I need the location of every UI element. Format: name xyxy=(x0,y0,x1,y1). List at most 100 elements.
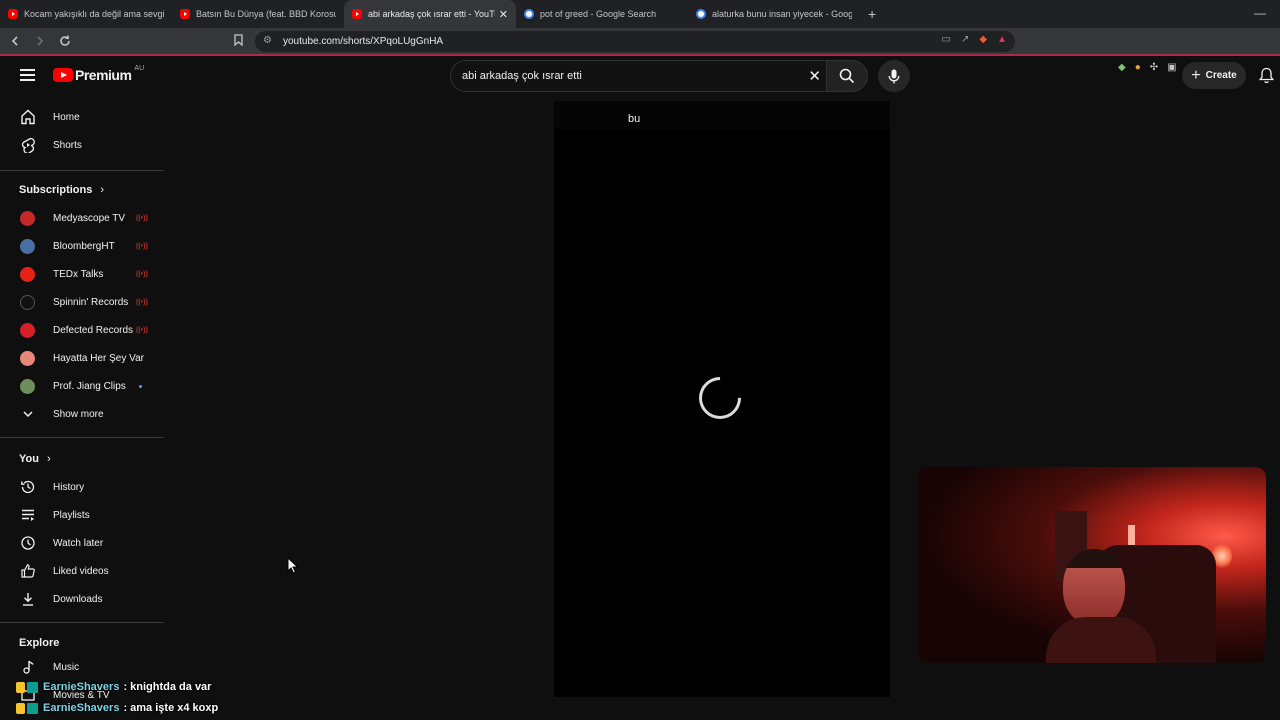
sidebar-item-history[interactable]: History xyxy=(12,473,164,501)
search-value: abi arkadaş çok ısrar etti xyxy=(462,70,582,82)
sidebar-divider xyxy=(0,622,164,623)
webcam-person-body xyxy=(1046,617,1156,663)
shorts-icon xyxy=(18,135,38,155)
channel-name: Defected Records xyxy=(53,324,134,336)
live-icon: ((•)) xyxy=(136,298,148,306)
url-field[interactable]: ⚙ youtube.com/shorts/XPqoLUgGnHA ▭ ↗ ◆ ▲ xyxy=(255,31,1015,52)
url-actions: ▭ ↗ ◆ ▲ xyxy=(942,34,1007,45)
address-bar-row: ⚙ youtube.com/shorts/XPqoLUgGnHA ▭ ↗ ◆ ▲… xyxy=(0,28,1280,73)
channel-name: BloombergHT xyxy=(53,240,115,252)
download-icon xyxy=(18,589,38,609)
sub-badge-icon xyxy=(16,702,25,714)
music-icon xyxy=(18,657,38,677)
tab-title: abi arkadaş çok ısrar etti - YouTube xyxy=(368,9,495,19)
sidebar-item-home[interactable]: Home xyxy=(12,103,164,131)
tab-title: Kocam yakışıklı da değil ama sevgilim xyxy=(24,9,164,19)
share-icon[interactable]: ↗ xyxy=(961,34,969,45)
clear-search-icon[interactable]: ✕ xyxy=(808,67,821,85)
create-label: Create xyxy=(1205,70,1237,81)
back-icon[interactable] xyxy=(4,31,25,52)
chat-badge-icon xyxy=(27,681,38,693)
sidebar-item-subscription[interactable]: Prof. Jiang Clips xyxy=(12,372,164,400)
channel-avatar xyxy=(20,266,35,282)
sidebar-item-subscription[interactable]: BloombergHT ((•)) xyxy=(12,232,164,260)
search-icon xyxy=(839,68,855,84)
bookmark-icon[interactable] xyxy=(234,34,243,49)
channel-name: Medyascope TV xyxy=(53,212,126,224)
youtube-icon xyxy=(8,9,18,19)
create-button[interactable]: + Create xyxy=(1182,62,1246,89)
cast-icon[interactable]: ▭ xyxy=(942,34,951,45)
browser-tab[interactable]: Kocam yakışıklı da değil ama sevgilim xyxy=(0,0,172,28)
subscriptions-heading[interactable]: Subscriptions › xyxy=(19,184,104,196)
plus-icon: + xyxy=(1191,66,1201,84)
shorts-player[interactable]: bu xyxy=(554,101,890,697)
tab-title: Batsın Bu Dünya (feat. BBD Korosu) xyxy=(196,9,336,19)
site-settings-icon[interactable]: ⚙ xyxy=(263,35,272,46)
sidebar-item-label: History xyxy=(53,481,85,493)
youtube-header: Premium AU abi arkadaş çok ısrar etti ✕ … xyxy=(0,58,1280,94)
sub-badge-icon xyxy=(16,681,25,693)
home-icon xyxy=(18,107,38,127)
reload-icon[interactable] xyxy=(54,31,75,52)
youtube-icon xyxy=(180,9,190,19)
sidebar-item-shorts[interactable]: Shorts xyxy=(12,131,164,159)
sidebar-item-label: Watch later xyxy=(53,537,104,549)
notifications-icon[interactable] xyxy=(1258,67,1275,89)
sidebar-item-label: Shorts xyxy=(53,139,82,151)
sidebar-item-subscription[interactable]: Medyascope TV ((•)) xyxy=(12,204,164,232)
chat-username: EarnieShavers xyxy=(43,681,120,693)
chat-text: : knightda da var xyxy=(123,681,212,693)
webcam-person xyxy=(1063,549,1125,625)
new-tab-icon[interactable]: + xyxy=(868,6,876,22)
subscriptions-title: Subscriptions xyxy=(19,184,93,196)
browser-tab-active[interactable]: abi arkadaş çok ısrar etti - YouTube ✕ xyxy=(344,0,516,28)
channel-avatar xyxy=(20,350,35,366)
explore-title: Explore xyxy=(19,637,60,649)
voice-search-button[interactable] xyxy=(878,60,910,92)
chevron-right-icon: › xyxy=(100,184,105,196)
sidebar-item-subscription[interactable]: Defected Records ((•)) xyxy=(12,316,164,344)
browser-tab[interactable]: Batsın Bu Dünya (feat. BBD Korosu) xyxy=(172,0,344,28)
show-more-button[interactable]: Show more xyxy=(12,400,164,428)
sidebar-item-label: Playlists xyxy=(53,509,90,521)
sidebar-item-music[interactable]: Music xyxy=(12,653,164,681)
sidebar-item-playlists[interactable]: Playlists xyxy=(12,501,164,529)
live-icon: ((•)) xyxy=(136,270,148,278)
channel-name: Hayatta Her Şey Var xyxy=(53,352,144,364)
tab-close-icon[interactable]: ✕ xyxy=(499,8,508,21)
browser-tab[interactable]: pot of greed - Google Search xyxy=(516,0,688,28)
sidebar: Home Shorts Subscriptions › Medyascope T… xyxy=(0,100,164,720)
channel-avatar xyxy=(20,210,35,226)
sidebar-divider xyxy=(0,437,164,438)
player-top-overlay xyxy=(554,101,890,129)
sidebar-item-subscription[interactable]: TEDx Talks ((•)) xyxy=(12,260,164,288)
watch-later-icon xyxy=(18,533,38,553)
rewards-icon[interactable]: ▲ xyxy=(997,34,1007,45)
menu-icon[interactable] xyxy=(20,69,35,81)
sidebar-item-label: Downloads xyxy=(53,593,103,605)
sidebar-item-downloads[interactable]: Downloads xyxy=(12,585,164,613)
you-heading[interactable]: You › xyxy=(19,453,51,465)
browser-tab[interactable]: alaturka bunu insan yiyecek - Google xyxy=(688,0,860,28)
channel-name: TEDx Talks xyxy=(53,268,104,280)
sidebar-item-subscription[interactable]: Spinnin' Records ((•)) xyxy=(12,288,164,316)
logo-text: Premium xyxy=(75,67,132,83)
youtube-logo-icon xyxy=(53,68,73,82)
sidebar-divider xyxy=(0,170,164,171)
youtube-logo[interactable]: Premium AU xyxy=(53,65,144,83)
live-icon: ((•)) xyxy=(136,326,148,334)
live-icon: ((•)) xyxy=(136,242,148,250)
search-input[interactable]: abi arkadaş çok ısrar etti ✕ xyxy=(450,60,827,92)
shield-icon[interactable]: ◆ xyxy=(979,34,987,45)
forward-icon[interactable] xyxy=(29,31,50,52)
sidebar-item-watch-later[interactable]: Watch later xyxy=(12,529,164,557)
sidebar-item-liked-videos[interactable]: Liked videos xyxy=(12,557,164,585)
channel-avatar xyxy=(20,322,35,338)
search-button[interactable] xyxy=(826,60,868,92)
tab-title: pot of greed - Google Search xyxy=(540,9,657,19)
channel-avatar xyxy=(20,294,35,310)
sidebar-item-subscription[interactable]: Hayatta Her Şey Var xyxy=(12,344,164,372)
minimize-icon[interactable]: — xyxy=(1254,6,1266,20)
thumbs-up-icon xyxy=(18,561,38,581)
